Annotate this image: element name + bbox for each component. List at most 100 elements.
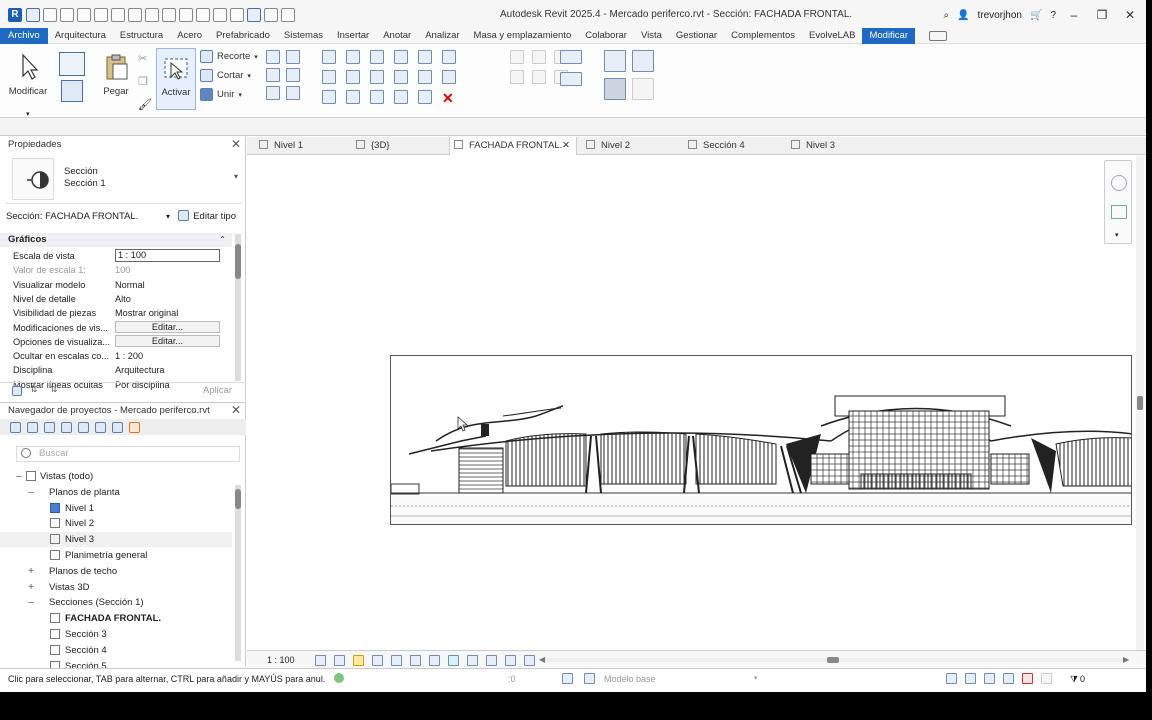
- shadows-icon[interactable]: [372, 655, 383, 666]
- save-icon[interactable]: [60, 8, 74, 22]
- visibility-icon[interactable]: [510, 70, 524, 84]
- property-value[interactable]: Alto: [115, 292, 220, 306]
- undo-icon[interactable]: [94, 8, 108, 22]
- property-row[interactable]: Escala de vista 1 : 100: [0, 249, 232, 263]
- help-icon[interactable]: ?: [1050, 10, 1056, 21]
- design-option-dropdown-icon[interactable]: ▾: [754, 669, 758, 689]
- ribbon-tab-acero[interactable]: Acero: [170, 28, 209, 44]
- background-processes-icon[interactable]: [1041, 673, 1052, 684]
- visual-style-icon[interactable]: [334, 655, 345, 666]
- type-dropdown-icon[interactable]: ▾: [234, 172, 238, 181]
- property-value[interactable]: Editar...: [115, 334, 220, 347]
- worksets-count[interactable]: :0: [508, 669, 516, 689]
- trim-multiple-icon[interactable]: [418, 90, 432, 104]
- unlock-3d-icon[interactable]: [429, 655, 440, 666]
- browser-filter-icon[interactable]: [27, 421, 38, 433]
- close-hidden-icon[interactable]: [264, 8, 278, 22]
- cart-icon[interactable]: 🛒: [1030, 10, 1042, 21]
- browser-item[interactable]: Planimetría general: [0, 548, 232, 563]
- property-value[interactable]: Arquitectura: [115, 363, 220, 377]
- zoom-icon[interactable]: [1111, 205, 1127, 219]
- property-value[interactable]: 100: [115, 263, 220, 277]
- expand-icon[interactable]: +: [26, 580, 36, 595]
- highlight-displacement-icon[interactable]: [524, 655, 535, 666]
- select-underlay-icon[interactable]: [965, 673, 976, 684]
- section-icon[interactable]: [230, 8, 244, 22]
- show-crop-icon[interactable]: [410, 655, 421, 666]
- filter-dropdown-icon[interactable]: ▾: [166, 209, 170, 225]
- hide-icon[interactable]: [510, 50, 524, 64]
- open-icon[interactable]: [43, 8, 57, 22]
- create-parts-icon[interactable]: [632, 50, 654, 72]
- demolish-icon[interactable]: [286, 68, 300, 82]
- measure-icon[interactable]: [145, 8, 159, 22]
- ribbon-tab-modificar[interactable]: Modificar: [862, 27, 916, 44]
- property-row[interactable]: Visualizar modelo Normal: [0, 278, 232, 292]
- revit-logo[interactable]: R: [8, 8, 22, 22]
- temporary-hide-icon[interactable]: [448, 655, 459, 666]
- reveal-hidden-icon[interactable]: [467, 655, 478, 666]
- ribbon-tab-insertar[interactable]: Insertar: [330, 28, 376, 44]
- pin-icon[interactable]: [322, 90, 336, 104]
- apply-button[interactable]: Aplicar: [203, 385, 232, 396]
- override-icon[interactable]: [532, 50, 546, 64]
- restore-icon[interactable]: ❐: [1092, 8, 1112, 22]
- switch-windows-icon[interactable]: [281, 8, 295, 22]
- browser-table-icon[interactable]: [61, 421, 72, 433]
- browser-item[interactable]: Nivel 3: [0, 532, 232, 548]
- browser-link-icon[interactable]: [129, 421, 140, 433]
- create-similar-icon[interactable]: [632, 78, 654, 100]
- split-face-icon[interactable]: [286, 50, 300, 64]
- ribbon-tab-complementos[interactable]: Complementos: [724, 28, 802, 44]
- properties-scroll-thumb[interactable]: [235, 244, 241, 279]
- crop-view-icon[interactable]: [391, 655, 402, 666]
- remove-paint-icon[interactable]: [286, 86, 300, 100]
- collapse-icon[interactable]: –: [26, 485, 36, 500]
- browser-sheet-icon[interactable]: [95, 421, 106, 433]
- browser-item[interactable]: + Planos de techo: [0, 564, 232, 579]
- browser-item[interactable]: Sección 4: [0, 643, 232, 658]
- copy-icon[interactable]: ❐: [138, 75, 152, 88]
- filter-icon[interactable]: ⧩: [1070, 669, 1078, 689]
- browser-item[interactable]: – Vistas (todo): [0, 469, 232, 484]
- properties-scrollbar[interactable]: [235, 234, 241, 381]
- browser-tag-icon[interactable]: [78, 421, 89, 433]
- user-icon[interactable]: 👤: [957, 10, 969, 21]
- unpin-icon[interactable]: [346, 90, 360, 104]
- offset-icon[interactable]: [346, 50, 360, 64]
- view-tab[interactable]: {3D}: [352, 137, 442, 155]
- collapse-icon[interactable]: –: [26, 595, 36, 610]
- sync-icon[interactable]: [77, 8, 91, 22]
- ribbon-tab-arquitectura[interactable]: Arquitectura: [48, 28, 113, 44]
- array-icon[interactable]: [418, 70, 432, 84]
- analytical-model-icon[interactable]: [505, 655, 516, 666]
- text-icon[interactable]: [196, 8, 210, 22]
- design-options-icon-2[interactable]: [584, 673, 595, 684]
- measure-tool-icon[interactable]: [560, 50, 582, 64]
- align-icon[interactable]: [322, 50, 336, 64]
- trim-extend-icon[interactable]: [394, 70, 408, 84]
- canvas-vertical-scrollbar[interactable]: [1136, 156, 1144, 650]
- paste-button[interactable]: Pegar: [96, 48, 136, 110]
- home-icon[interactable]: [26, 8, 40, 22]
- cut-icon[interactable]: ✂: [138, 52, 152, 65]
- thin-lines-icon[interactable]: [247, 8, 261, 22]
- ribbon-tab-vista[interactable]: Vista: [634, 28, 669, 44]
- browser-collapse-icon[interactable]: [44, 421, 55, 433]
- view-tab[interactable]: Nivel 2: [582, 137, 677, 155]
- select-pinned-icon[interactable]: [984, 673, 995, 684]
- property-value[interactable]: Normal: [115, 278, 220, 292]
- ribbon-tab-evolvelab[interactable]: EvolveLAB: [802, 28, 862, 44]
- property-value[interactable]: 1 : 200: [115, 349, 220, 363]
- browser-home-icon[interactable]: [10, 421, 21, 433]
- property-value[interactable]: 1 : 100: [115, 249, 220, 262]
- minimize-icon[interactable]: –: [1064, 8, 1084, 22]
- browser-close-icon[interactable]: ✕: [231, 403, 241, 418]
- browser-item[interactable]: Sección 3: [0, 627, 232, 642]
- redo-icon[interactable]: [111, 8, 125, 22]
- ribbon-tab-archivo[interactable]: Archivo: [0, 27, 48, 44]
- property-row[interactable]: Visibilidad de piezas Mostrar original: [0, 306, 232, 320]
- active-design-option[interactable]: Modelo base: [604, 669, 656, 689]
- trim-icon[interactable]: [370, 90, 384, 104]
- print-icon[interactable]: [128, 8, 142, 22]
